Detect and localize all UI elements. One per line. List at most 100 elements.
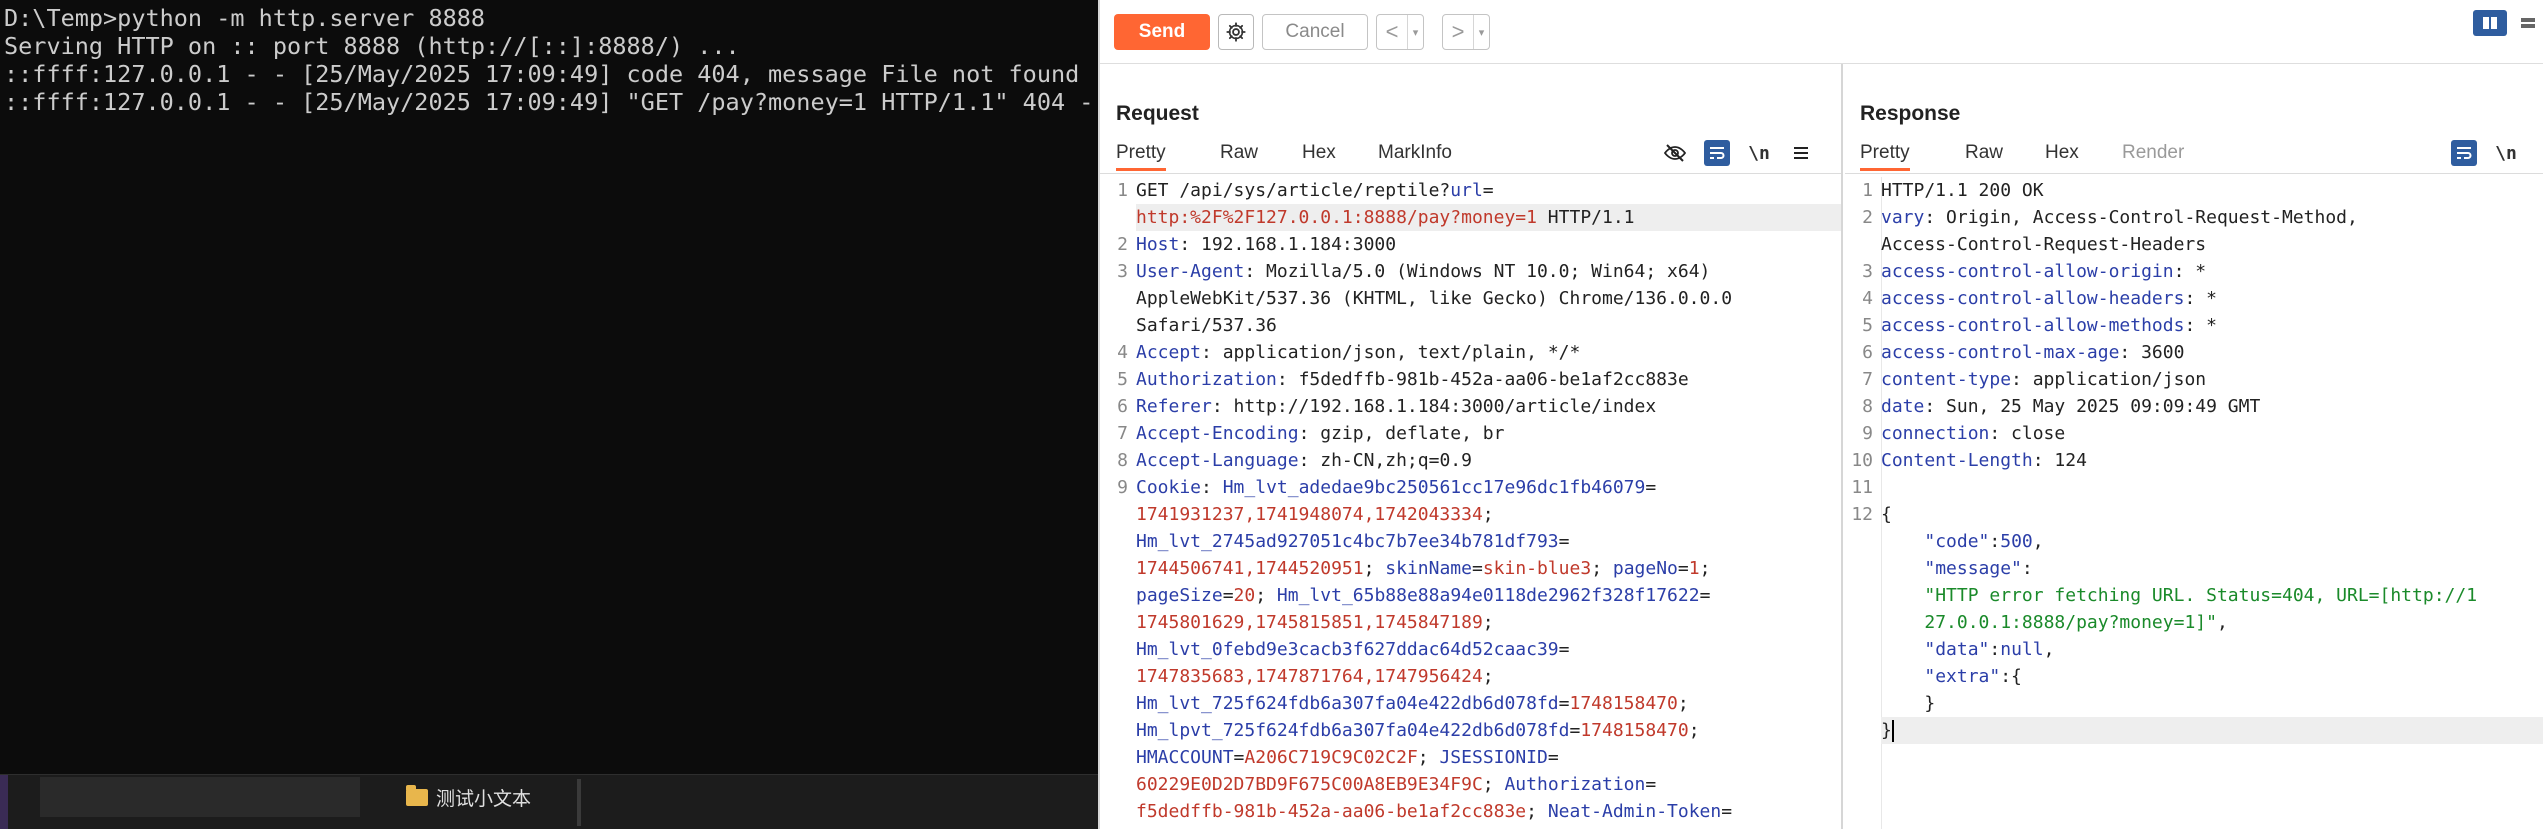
taskbar-folder-item[interactable]: 测试小文本: [406, 783, 531, 811]
code-token: http:%2F%2F127.0.0.1:8888/pay?money=1: [1136, 207, 1537, 228]
tab-request-hex[interactable]: Hex: [1302, 142, 1336, 164]
hide-nonprintable-icon[interactable]: [1662, 140, 1688, 166]
tab-request-raw[interactable]: Raw: [1220, 142, 1258, 164]
code-token: access-control-allow-methods: [1881, 315, 2185, 336]
line-number: 8: [1862, 396, 1873, 417]
taskbar-search-area[interactable]: [40, 777, 360, 817]
taskbar-divider: [577, 779, 581, 826]
line-number: [1845, 231, 1881, 258]
code-token: =: [1721, 801, 1733, 822]
code-token: =: [1558, 639, 1570, 660]
code-token: Neat-Admin-Token: [1547, 801, 1722, 822]
line-number: [1845, 717, 1881, 744]
code-token: 1748158470: [1580, 720, 1689, 741]
code-token: "HTTP error fetching URL. Status=404, UR…: [1924, 585, 2478, 606]
line-number: [1100, 555, 1136, 582]
side-by-side-layout-button[interactable]: [2473, 10, 2507, 36]
menu-icon[interactable]: [1788, 140, 1814, 166]
code-token: 60229E0D2D7BD9F675C00A8EB9E34F9C: [1136, 774, 1483, 795]
code-token: =: [1569, 720, 1581, 741]
code-token: vary: [1881, 207, 1925, 228]
line-number: 5: [1862, 315, 1873, 336]
code-line: "code":500,: [1845, 528, 2543, 555]
code-line: AppleWebKit/537.36 (KHTML, like Gecko) C…: [1100, 285, 1841, 312]
code-text: content-type: application/json: [1881, 366, 2543, 393]
back-arrow-icon[interactable]: <: [1377, 19, 1407, 45]
hamburger-icon: [1794, 147, 1808, 159]
taskbar: 测试小文本: [0, 774, 1098, 829]
line-number: [1845, 609, 1881, 636]
code-token: "message": [1924, 558, 2022, 579]
forward-dropdown-icon[interactable]: ▾: [1473, 15, 1489, 49]
show-newlines-icon[interactable]: \n: [2493, 140, 2519, 166]
code-token: HTTP/1.1 200 OK: [1881, 180, 2044, 201]
terminal-output: D:\Temp>python -m http.server 8888 Servi…: [0, 0, 1098, 116]
code-token: :{: [2000, 666, 2022, 687]
code-token: Accept-Encoding: [1136, 423, 1299, 444]
request-editor[interactable]: 1 GET /api/sys/article/reptile?url= http:%…: [1100, 177, 1841, 825]
code-token: Safari/537.36: [1136, 315, 1277, 336]
back-navigation[interactable]: < ▾: [1376, 14, 1424, 50]
line-number: 11: [1851, 477, 1873, 498]
send-button[interactable]: Send: [1114, 14, 1210, 50]
code-line: 5 Authorization: f5dedffb-981b-452a-aa06-…: [1100, 366, 1841, 393]
line-number: [1100, 528, 1136, 555]
tab-response-raw[interactable]: Raw: [1965, 142, 2003, 164]
wrap-lines-icon[interactable]: [1704, 140, 1730, 166]
code-text: Authorization: f5dedffb-981b-452a-aa06-b…: [1136, 366, 1841, 393]
stacked-layout-button[interactable]: [2511, 10, 2543, 36]
tab-response-pretty[interactable]: Pretty: [1860, 142, 1910, 171]
code-line: 3 access-control-allow-origin: *: [1845, 258, 2543, 285]
cancel-button[interactable]: Cancel: [1262, 14, 1368, 50]
code-token: 500: [2000, 531, 2033, 552]
code-token: : 192.168.1.184:3000: [1179, 234, 1397, 255]
code-text: Safari/537.36: [1136, 312, 1841, 339]
code-token: }: [1881, 720, 1892, 741]
line-number: 1: [1862, 180, 1873, 201]
code-line: pageSize=20; Hm_lvt_65b88e88a94e0118de29…: [1100, 582, 1841, 609]
code-token: Access-Control-Request-Headers: [1881, 234, 2207, 255]
wrap-lines-icon[interactable]: [2451, 140, 2477, 166]
code-token: : application/json, text/plain, */*: [1201, 342, 1581, 363]
line-number: [1100, 663, 1136, 690]
code-line: 60229E0D2D7BD9F675C00A8EB9E34F9C; Author…: [1100, 771, 1841, 798]
code-token: AppleWebKit/537.36 (KHTML, like Gecko) C…: [1136, 288, 1733, 309]
line-number: [1100, 582, 1136, 609]
code-token: =: [1558, 693, 1570, 714]
code-token: 1741931237,1741948074,1742043334: [1136, 504, 1483, 525]
code-text: Accept-Encoding: gzip, deflate, br: [1136, 420, 1841, 447]
code-token: "code": [1924, 531, 1990, 552]
code-text: date: Sun, 25 May 2025 09:09:49 GMT: [1881, 393, 2543, 420]
forward-arrow-icon[interactable]: >: [1443, 19, 1473, 45]
code-token: 1: [1688, 558, 1700, 579]
tab-request-markinfo[interactable]: MarkInfo: [1378, 142, 1452, 164]
back-dropdown-icon[interactable]: ▾: [1407, 15, 1423, 49]
code-token: : Origin, Access-Control-Request-Method,: [1924, 207, 2358, 228]
show-newlines-icon[interactable]: \n: [1746, 140, 1772, 166]
response-tabs: Pretty Raw Hex Render \n: [1845, 136, 2543, 174]
code-token: Accept: [1136, 342, 1202, 363]
line-number: [1845, 582, 1881, 609]
tab-response-render[interactable]: Render: [2122, 142, 2184, 164]
tab-response-hex[interactable]: Hex: [2045, 142, 2079, 164]
toolbar: Send Cancel < ▾ > ▾: [1100, 0, 2543, 64]
code-line: 1745801629,1745815851,1745847189;: [1100, 609, 1841, 636]
settings-button[interactable]: [1218, 14, 1254, 50]
line-number: [1100, 744, 1136, 771]
code-line: Hm_lpvt_725f624fdb6a307fa04e422db6d078fd…: [1100, 717, 1841, 744]
code-token: 1744506741,1744520951: [1136, 558, 1364, 579]
code-text: http:%2F%2F127.0.0.1:8888/pay?money=1 HT…: [1136, 204, 1841, 231]
code-token: : close: [1989, 423, 2066, 444]
response-panel: Response Pretty Raw Hex Render \n 1 HTTP/…: [1845, 10, 2543, 829]
terminal-line: Serving HTTP on :: port 8888 (http://[::…: [4, 32, 740, 60]
terminal-window[interactable]: D:\Temp>python -m http.server 8888 Servi…: [0, 0, 1098, 829]
tab-request-pretty[interactable]: Pretty: [1116, 142, 1166, 171]
forward-navigation[interactable]: > ▾: [1442, 14, 1490, 50]
response-editor[interactable]: 1 HTTP/1.1 200 OK 2 vary: Origin, Access-Co…: [1845, 177, 2543, 744]
terminal-line: D:\Temp>python -m http.server 8888: [4, 4, 486, 32]
code-line: "message":: [1845, 555, 2543, 582]
line-number: 4: [1117, 342, 1128, 363]
code-text: "code":500,: [1881, 528, 2543, 555]
